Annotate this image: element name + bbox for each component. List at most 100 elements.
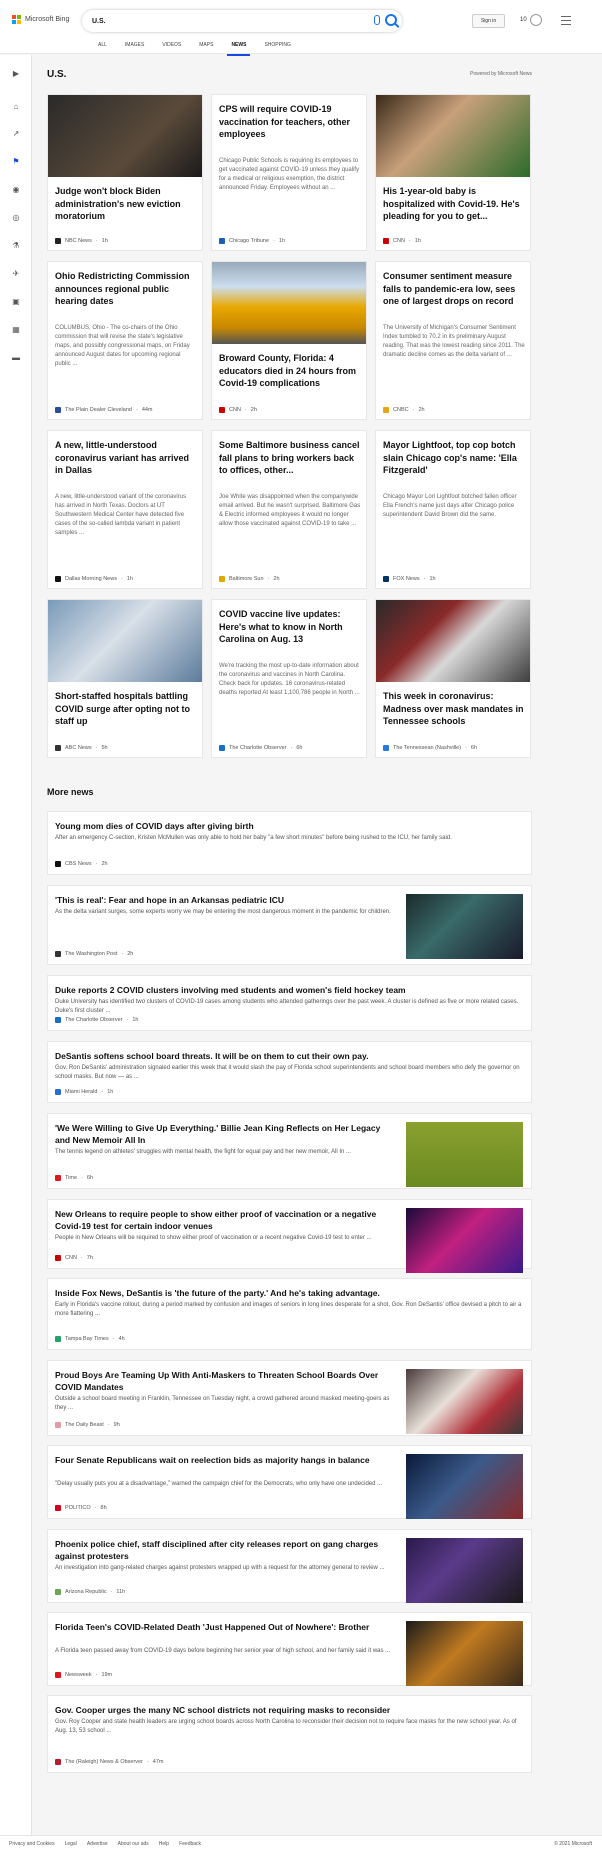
news-thumbnail[interactable] [406,1454,523,1519]
search-input[interactable] [92,17,332,25]
card-source[interactable]: ABC News · 5h [55,745,108,751]
trending-icon[interactable]: ↗ [11,128,21,138]
more-news-item[interactable]: Phoenix police chief, staff disciplined … [47,1529,532,1603]
more-news-source[interactable]: The Charlotte Observer · 1h [55,1017,138,1023]
card-source[interactable]: The Tennessean (Nashville) · 6h [383,745,477,751]
news-card[interactable]: Some Baltimore business cancel fall plan… [211,430,367,589]
news-card[interactable]: A new, little-understood coronavirus var… [47,430,203,589]
more-news-item[interactable]: Four Senate Republicans wait on reelecti… [47,1445,532,1519]
more-news-item[interactable]: Proud Boys Are Teaming Up With Anti-Mask… [47,1360,532,1436]
more-news-title[interactable]: Four Senate Republicans wait on reelecti… [55,1454,395,1466]
more-news-source[interactable]: Arizona Republic · 11h [55,1589,125,1595]
more-news-title[interactable]: New Orleans to require people to show ei… [55,1208,395,1232]
news-card[interactable]: His 1-year-old baby is hospitalized with… [375,94,531,251]
card-title[interactable]: COVID vaccine live updates: Here's what … [219,608,361,646]
card-source[interactable]: Chicago Tribune · 1h [219,238,285,244]
news-card[interactable]: COVID vaccine live updates: Here's what … [211,599,367,758]
more-news-source[interactable]: The Daily Beast · 9h [55,1422,120,1428]
news-thumbnail[interactable] [406,894,523,959]
more-news-title[interactable]: Proud Boys Are Teaming Up With Anti-Mask… [55,1369,395,1393]
more-news-source[interactable]: CNN · 7h [55,1255,93,1261]
footer-link[interactable]: Feedback [179,1841,201,1847]
more-news-title[interactable]: Phoenix police chief, staff disciplined … [55,1538,395,1562]
card-source[interactable]: The Charlotte Observer · 6h [219,745,302,751]
tab-shopping[interactable]: SHOPPING [255,40,299,53]
card-title[interactable]: His 1-year-old baby is hospitalized with… [383,185,525,223]
more-news-source[interactable]: Tampa Bay Times · 4h [55,1336,125,1342]
tab-maps[interactable]: MAPS [190,40,222,53]
more-news-item[interactable]: Duke reports 2 COVID clusters involving … [47,975,532,1031]
globe-icon[interactable]: ◎ [11,212,21,222]
card-source[interactable]: CNBC · 2h [383,407,425,413]
science-icon[interactable]: ⚗ [11,240,21,250]
news-card[interactable]: Short-staffed hospitals battling COVID s… [47,599,203,758]
news-thumbnail[interactable] [406,1369,523,1434]
more-news-source[interactable]: Newsweek · 19m [55,1672,112,1678]
entertainment-icon[interactable]: ▣ [11,296,21,306]
more-news-title[interactable]: 'This is real': Fear and hope in an Arka… [55,894,395,906]
card-source[interactable]: Baltimore Sun · 2h [219,576,280,582]
more-news-title[interactable]: Inside Fox News, DeSantis is 'the future… [55,1287,525,1299]
money-icon[interactable]: ▬ [11,352,21,362]
news-card[interactable]: Judge won't block Biden administration's… [47,94,203,251]
news-card[interactable]: Consumer sentiment measure falls to pand… [375,261,531,420]
news-thumbnail[interactable] [406,1538,523,1603]
tab-images[interactable]: IMAGES [116,40,153,53]
footer-link[interactable]: Help [159,1841,169,1847]
search-icon[interactable] [385,14,397,26]
bing-logo[interactable]: Microsoft Bing [12,15,69,24]
rewards-button[interactable]: 10 [520,14,542,26]
more-news-title[interactable]: Duke reports 2 COVID clusters involving … [55,984,525,996]
more-news-source[interactable]: CBS News · 2h [55,861,108,867]
card-title[interactable]: This week in coronavirus: Madness over m… [383,690,525,728]
news-thumbnail[interactable] [406,1122,523,1187]
hamburger-menu-icon[interactable] [561,16,571,28]
more-news-item[interactable]: Young mom dies of COVID days after givin… [47,811,532,875]
footer-link[interactable]: Legal [65,1841,77,1847]
news-card[interactable]: Ohio Redistricting Commission announces … [47,261,203,420]
flag-icon[interactable]: ⚑ [11,156,21,166]
more-news-source[interactable]: The Washington Post · 2h [55,951,133,957]
news-card[interactable]: CPS will require COVID-19 vaccination fo… [211,94,367,251]
card-title[interactable]: A new, little-understood coronavirus var… [55,439,197,477]
card-source[interactable]: CNN · 2h [219,407,257,413]
more-news-source[interactable]: POLITICO · 8h [55,1505,107,1511]
card-title[interactable]: Consumer sentiment measure falls to pand… [383,270,525,308]
card-title[interactable]: Judge won't block Biden administration's… [55,185,197,223]
microphone-icon[interactable] [374,15,380,25]
more-news-item[interactable]: Gov. Cooper urges the many NC school dis… [47,1695,532,1773]
news-thumbnail[interactable] [406,1621,523,1686]
tab-videos[interactable]: VIDEOS [153,40,190,53]
news-card[interactable]: Broward County, Florida: 4 educators die… [211,261,367,420]
collapse-icon[interactable]: ▶ [11,68,21,78]
more-news-title[interactable]: Florida Teen's COVID-Related Death 'Just… [55,1621,395,1633]
card-source[interactable]: NBC News · 1h [55,238,108,244]
search-box[interactable] [82,10,402,32]
card-source[interactable]: FOX News · 1h [383,576,436,582]
more-news-item[interactable]: 'This is real': Fear and hope in an Arka… [47,885,532,965]
news-card[interactable]: Mayor Lightfoot, top cop botch slain Chi… [375,430,531,589]
card-title[interactable]: CPS will require COVID-19 vaccination fo… [219,103,361,141]
more-news-source[interactable]: Miami Herald · 1h [55,1089,113,1095]
more-news-item[interactable]: Inside Fox News, DeSantis is 'the future… [47,1278,532,1350]
footer-link[interactable]: Privacy and Cookies [9,1841,55,1847]
more-news-title[interactable]: DeSantis softens school board threats. I… [55,1050,525,1062]
card-title[interactable]: Broward County, Florida: 4 educators die… [219,352,361,390]
footer-link[interactable]: About our ads [118,1841,149,1847]
news-thumbnail[interactable] [406,1208,523,1273]
card-title[interactable]: Ohio Redistricting Commission announces … [55,270,197,308]
more-news-title[interactable]: Young mom dies of COVID days after givin… [55,820,525,832]
card-source[interactable]: Dallas Morning News · 1h [55,576,133,582]
card-title[interactable]: Mayor Lightfoot, top cop botch slain Chi… [383,439,525,477]
more-news-item[interactable]: Florida Teen's COVID-Related Death 'Just… [47,1612,532,1686]
more-news-source[interactable]: Time · 6h [55,1175,93,1181]
more-news-title[interactable]: Gov. Cooper urges the many NC school dis… [55,1704,525,1716]
footer-link[interactable]: Advertise [87,1841,108,1847]
sports-icon[interactable]: ✈ [11,268,21,278]
more-news-item[interactable]: 'We Were Willing to Give Up Everything.'… [47,1113,532,1189]
card-source[interactable]: CNN · 1h [383,238,421,244]
business-icon[interactable]: ▦ [11,324,21,334]
card-source[interactable]: The Plain Dealer Cleveland · 44m [55,407,153,413]
tab-all[interactable]: ALL [89,40,116,53]
tab-news[interactable]: NEWS [222,40,255,56]
